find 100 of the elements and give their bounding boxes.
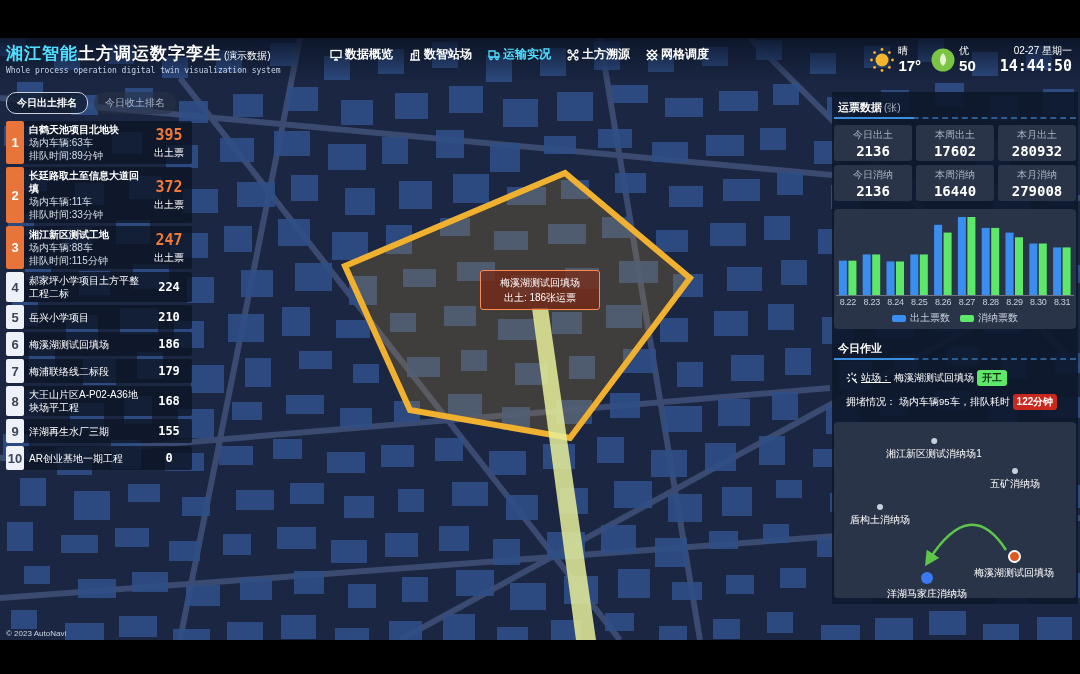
outbound-bar bbox=[1053, 247, 1062, 295]
site-name: 白鹤天池项目北地块 bbox=[29, 123, 120, 136]
axis-label: 8.26 bbox=[933, 297, 953, 307]
section-title: 今日作业 bbox=[838, 341, 882, 356]
nodes-icon bbox=[567, 48, 579, 61]
count-label: 出土票 bbox=[154, 250, 184, 265]
queue-time-badge: 122分钟 bbox=[1012, 394, 1058, 410]
app-title: 土方调运数字孪生 bbox=[78, 43, 222, 65]
rank-number: 7 bbox=[6, 359, 24, 383]
ticket-count: 179 bbox=[158, 364, 180, 378]
congestion-label: 拥堵情况： bbox=[846, 395, 896, 409]
axis-label: 8.29 bbox=[1005, 297, 1024, 307]
site-name: 湘江新区测试工地 bbox=[29, 228, 110, 241]
site-marker bbox=[1007, 550, 1021, 563]
ticket-count: 168 bbox=[158, 394, 180, 408]
building-icon bbox=[409, 48, 421, 61]
sparkle-icon bbox=[846, 372, 858, 384]
nav-tab[interactable]: 数据概览 bbox=[330, 46, 393, 63]
popup-title: 梅溪湖测试回填场 bbox=[499, 276, 581, 290]
leaf-icon bbox=[931, 47, 956, 72]
site-name: 长廷路取土至信息大道回填 bbox=[29, 169, 140, 195]
ticket-count: 395 bbox=[155, 125, 183, 144]
ticket-count: 210 bbox=[158, 310, 180, 324]
legend-label: 出土票数 bbox=[910, 311, 950, 325]
date-text: 02-27 星期一 bbox=[1013, 46, 1072, 56]
site-marker bbox=[931, 438, 937, 444]
ranking-row[interactable]: 4 郝家坪小学项目土方平整工程二标 224 bbox=[6, 272, 192, 302]
ticket-count: 155 bbox=[158, 424, 180, 438]
site-name: 大王山片区A-P02-A36地块场平工程 bbox=[29, 388, 139, 414]
outbound-bar bbox=[1005, 232, 1014, 295]
weather-condition: 晴 bbox=[898, 46, 910, 56]
outbound-bar bbox=[1029, 243, 1038, 295]
inbound-bar bbox=[1015, 237, 1023, 295]
axis-label: 8.31 bbox=[1052, 297, 1072, 307]
site-label: 盾构土消纳场 bbox=[850, 513, 910, 527]
site-label: 洋湖马家庄消纳场 bbox=[887, 587, 967, 601]
vehicle-count: 场内车辆:11车 bbox=[29, 196, 94, 208]
ranking-row[interactable]: 9 洋湖再生水厂三期 155 bbox=[6, 419, 192, 443]
site-name: 梅溪湖测试回填场 bbox=[29, 337, 110, 351]
vehicle-count: 场内车辆:88车 bbox=[29, 242, 94, 254]
site-name: 梅浦联络线二标段 bbox=[29, 364, 110, 378]
inbound-bar bbox=[848, 260, 857, 295]
stat-value: 17602 bbox=[933, 143, 977, 159]
site-label: 梅溪湖测试回填场 bbox=[974, 566, 1054, 580]
site-name: 岳兴小学项目 bbox=[29, 310, 90, 324]
popup-text: 出土: 186张运票 bbox=[502, 291, 578, 305]
ranking-row[interactable]: 2 长廷路取土至信息大道回填 场内车辆:11车 排队时间:33分钟 372 出土票 bbox=[6, 167, 192, 223]
rank-number: 2 bbox=[6, 167, 24, 223]
nav-tab[interactable]: 土方溯源 bbox=[567, 46, 630, 63]
outbound-bar bbox=[910, 254, 919, 295]
clock-time: 14:44:50 bbox=[999, 59, 1072, 74]
queue-time: 排队时间:33分钟 bbox=[29, 209, 104, 221]
axis-label: 8.24 bbox=[886, 297, 905, 307]
ranking-row[interactable]: 6 梅溪湖测试回填场 186 bbox=[6, 332, 192, 356]
ranking-row[interactable]: 3 湘江新区测试工地 场内车辆:88车 排队时间:115分钟 247 出土票 bbox=[6, 226, 192, 269]
axis-label: 8.22 bbox=[838, 297, 858, 307]
inbound-bar bbox=[919, 254, 928, 295]
ranking-row[interactable]: 8 大王山片区A-P02-A36地块场平工程 168 bbox=[6, 386, 192, 416]
rank-number: 9 bbox=[6, 419, 24, 443]
rank-number: 5 bbox=[6, 305, 24, 329]
ranking-row[interactable]: 1 白鹤天池项目北地块 场内车辆:63车 排队时间:89分钟 395 出土票 bbox=[6, 121, 192, 164]
nav-tab[interactable]: 运输实况 bbox=[488, 46, 551, 63]
site-name: 郝家坪小学项目土方平整工程二标 bbox=[29, 274, 140, 300]
ranking-tab[interactable]: 今日出土排名 bbox=[6, 92, 88, 114]
stat-label: 本月出土 bbox=[1017, 128, 1057, 142]
ranking-row[interactable]: 5 岳兴小学项目 210 bbox=[6, 305, 192, 329]
nav-tab[interactable]: 网格调度 bbox=[646, 46, 709, 63]
ranking-row[interactable]: 10 AR创业基地一期工程 0 bbox=[6, 446, 192, 470]
outbound-bar bbox=[886, 261, 895, 295]
stat-label: 本月消纳 bbox=[1017, 168, 1057, 182]
rank-number: 10 bbox=[6, 446, 24, 470]
section-title: 运票数据 bbox=[838, 100, 882, 115]
axis-label: 8.30 bbox=[1029, 297, 1048, 307]
rank-number: 4 bbox=[6, 272, 24, 302]
unit-label: (张) bbox=[884, 101, 901, 115]
legend-label: 消纳票数 bbox=[978, 311, 1018, 325]
air-quality: 优 bbox=[959, 46, 971, 56]
outbound-bar bbox=[981, 227, 990, 295]
sun-icon bbox=[870, 47, 895, 72]
ticket-count: 224 bbox=[158, 280, 180, 294]
rank-number: 1 bbox=[6, 121, 24, 164]
site-name: AR创业基地一期工程 bbox=[29, 451, 124, 465]
grid-icon bbox=[646, 48, 658, 61]
rank-number: 3 bbox=[6, 226, 24, 269]
app-title-highlight: 湘江智能 bbox=[6, 43, 78, 65]
ranking-tab[interactable]: 今日收土排名 bbox=[94, 92, 176, 114]
monitor-icon bbox=[330, 48, 342, 61]
ranking-row[interactable]: 7 梅浦联络线二标段 179 bbox=[6, 359, 192, 383]
rank-number: 8 bbox=[6, 386, 24, 416]
rank-number: 6 bbox=[6, 332, 24, 356]
count-label: 出土票 bbox=[154, 198, 184, 212]
status-badge: 开工 bbox=[977, 370, 1007, 386]
congestion-text: 场内车辆95车，排队耗时 bbox=[899, 395, 1010, 409]
outbound-bar bbox=[838, 260, 847, 295]
temperature: 17° bbox=[898, 58, 922, 73]
nav-tab[interactable]: 数智站场 bbox=[409, 46, 472, 63]
ticket-count: 0 bbox=[165, 451, 173, 465]
aqi-value: 50 bbox=[959, 58, 976, 73]
site-marker bbox=[921, 572, 933, 584]
queue-time: 排队时间:115分钟 bbox=[29, 255, 109, 267]
